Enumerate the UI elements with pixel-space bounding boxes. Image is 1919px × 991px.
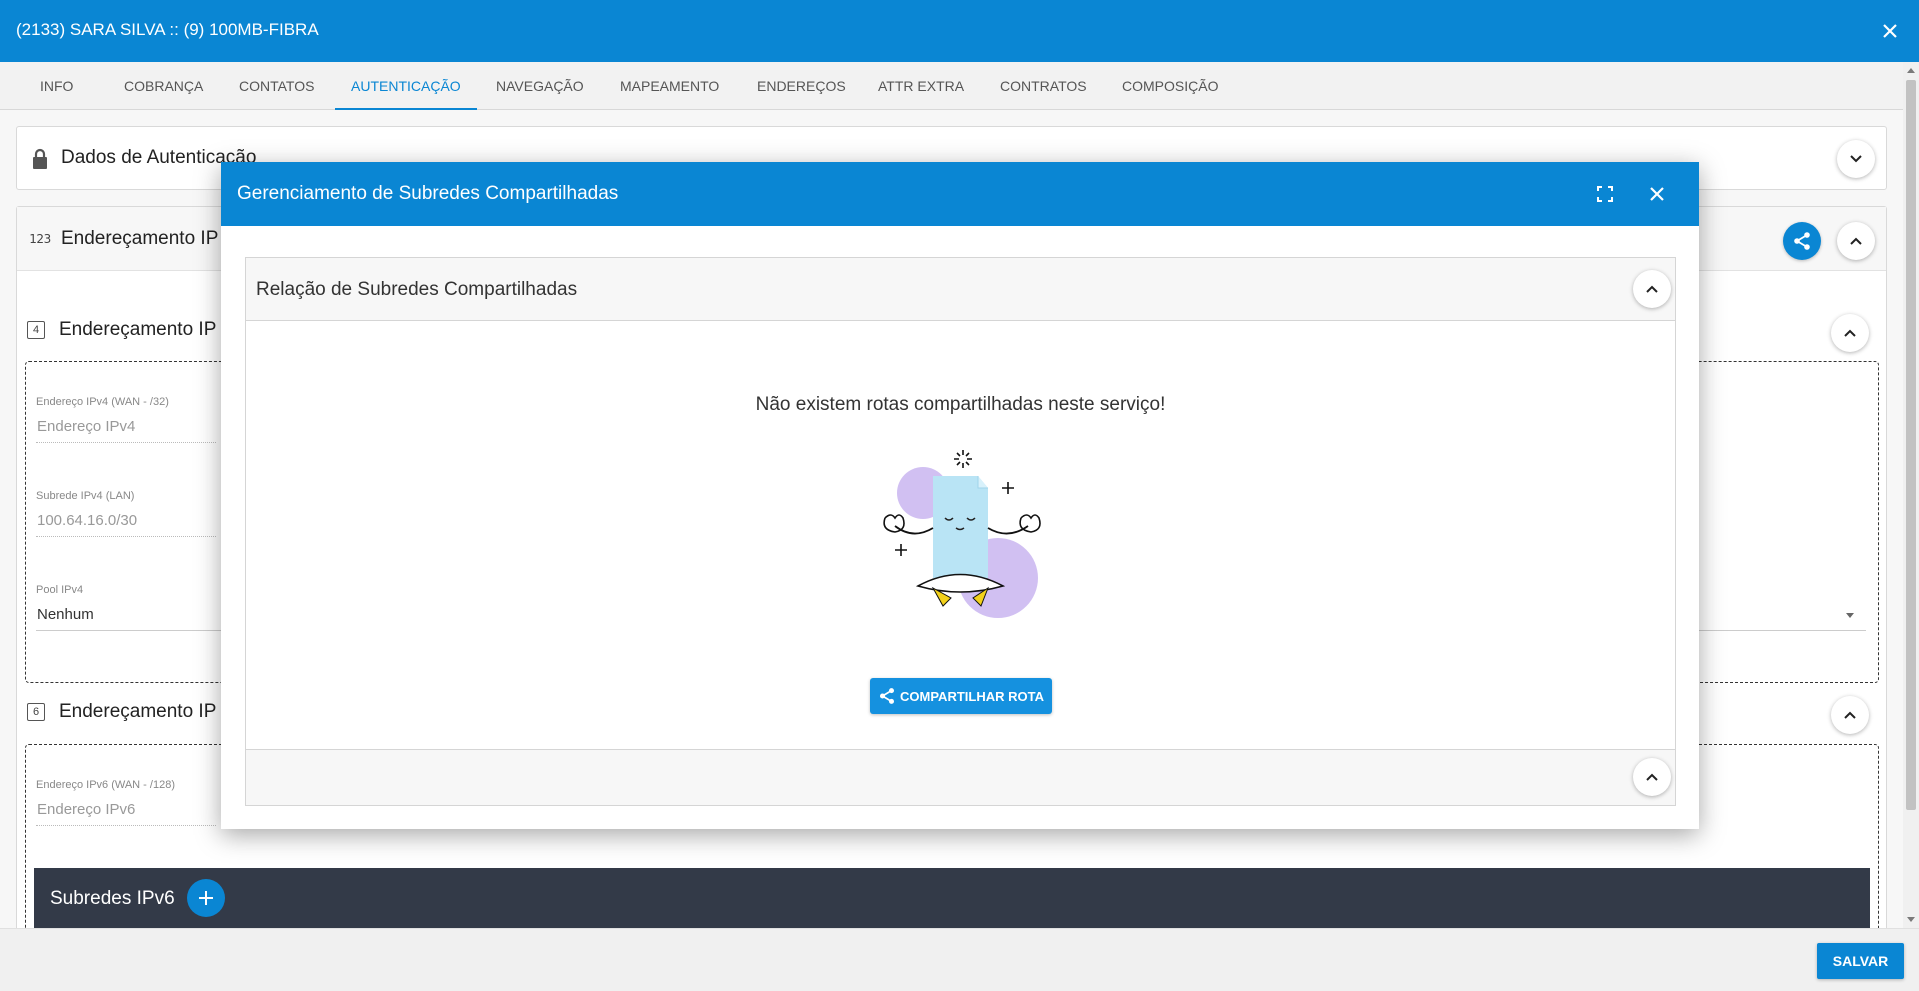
modal-header: Gerenciamento de Subredes Compartilhadas: [221, 162, 1699, 226]
ipv6-subnets-label: Subredes IPv6: [50, 888, 175, 909]
scrollbar-thumb[interactable]: [1906, 80, 1916, 810]
close-icon: [1883, 24, 1897, 38]
chevron-down-icon: [1850, 155, 1862, 163]
ipv4-section-toggle-button[interactable]: [1831, 314, 1869, 352]
panel-footer: [246, 749, 1675, 805]
ipv4-section-icon: 4: [27, 321, 45, 339]
fullscreen-icon: [1597, 186, 1613, 202]
dropdown-arrow-icon[interactable]: [1846, 613, 1854, 618]
tab-contatos[interactable]: CONTATOS: [223, 62, 330, 110]
ipv6-wan-label: Endereço IPv6 (WAN - /128): [36, 779, 175, 791]
chevron-up-icon: [1646, 773, 1658, 781]
pool-ipv4-select[interactable]: Nenhum: [37, 606, 94, 623]
close-modal-button[interactable]: [1642, 179, 1672, 209]
lock-icon: [29, 147, 51, 171]
ipv6-section-title: Endereçamento IP: [59, 701, 217, 722]
chevron-up-icon: [1646, 285, 1658, 293]
numbers-icon: 123: [29, 232, 51, 246]
window-title-bar: (2133) SARA SILVA :: (9) 100MB-FIBRA: [0, 0, 1919, 62]
tab-composicao[interactable]: COMPOSIÇÃO: [1106, 62, 1234, 110]
ip-card-toggle-button[interactable]: [1837, 222, 1875, 260]
scroll-up-arrow-icon[interactable]: [1907, 68, 1915, 73]
ipv6-wan-input[interactable]: Endereço IPv6: [37, 801, 135, 818]
tab-cobranca[interactable]: COBRANÇA: [108, 62, 219, 110]
ipv4-wan-input[interactable]: Endereço IPv4: [37, 418, 135, 435]
ipv4-section-title: Endereçamento IP: [59, 319, 217, 340]
share-route-button[interactable]: COMPARTILHAR ROTA: [870, 678, 1052, 714]
maximize-modal-button[interactable]: [1590, 179, 1620, 209]
shared-subnets-modal: Gerenciamento de Subredes Compartilhadas…: [221, 162, 1699, 829]
ipv6-section-icon: 6: [27, 703, 45, 721]
ipv4-lan-label: Subrede IPv4 (LAN): [36, 490, 135, 502]
share-icon: [1794, 232, 1810, 250]
tab-contratos[interactable]: CONTRATOS: [984, 62, 1103, 110]
ipv6-section-toggle-button[interactable]: [1831, 696, 1869, 734]
add-ipv6-subnet-button[interactable]: [187, 879, 225, 917]
close-window-button[interactable]: [1875, 16, 1905, 46]
ipv4-lan-underline: [36, 536, 216, 537]
shared-subnets-panel: Relação de Subredes Compartilhadas Não e…: [245, 257, 1676, 806]
ipv4-wan-label: Endereço IPv4 (WAN - /32): [36, 396, 169, 408]
tab-enderecos[interactable]: ENDEREÇOS: [741, 62, 862, 110]
panel-header: Relação de Subredes Compartilhadas: [246, 258, 1675, 321]
auth-card-toggle-button[interactable]: [1837, 140, 1875, 178]
ipv6-wan-underline: [36, 825, 216, 826]
panel-title: Relação de Subredes Compartilhadas: [256, 279, 578, 300]
ipv4-wan-underline: [36, 442, 216, 443]
ip-addressing-title: Endereçamento IP: [61, 228, 219, 249]
window-title: (2133) SARA SILVA :: (9) 100MB-FIBRA: [16, 20, 319, 39]
save-button[interactable]: SALVAR: [1817, 943, 1904, 979]
modal-title: Gerenciamento de Subredes Compartilhadas: [237, 183, 619, 204]
pool-ipv4-label: Pool IPv4: [36, 584, 84, 596]
panel-footer-toggle-button[interactable]: [1633, 758, 1671, 796]
vertical-scrollbar[interactable]: [1903, 62, 1919, 928]
ipv4-lan-input[interactable]: 100.64.16.0/30: [37, 512, 137, 529]
panel-toggle-button[interactable]: [1633, 270, 1671, 308]
chevron-up-icon: [1844, 329, 1856, 337]
empty-state-message: Não existem rotas compartilhadas neste s…: [755, 394, 1166, 415]
tab-mapeamento[interactable]: MAPEAMENTO: [604, 62, 735, 110]
share-subnets-button[interactable]: [1783, 222, 1821, 260]
tab-autenticacao[interactable]: AUTENTICAÇÃO: [335, 62, 477, 110]
share-icon: [879, 688, 895, 704]
plus-icon: [199, 891, 213, 905]
footer-bar: SALVAR: [0, 928, 1919, 991]
chevron-up-icon: [1850, 237, 1862, 245]
share-route-label: COMPARTILHAR ROTA: [900, 688, 1044, 704]
close-icon: [1650, 187, 1664, 201]
scroll-down-arrow-icon[interactable]: [1907, 917, 1915, 922]
meditating-document-illustration: [883, 450, 1041, 618]
tab-bar: INFO COBRANÇA CONTATOS AUTENTICAÇÃO NAVE…: [0, 62, 1903, 110]
tab-attr-extra[interactable]: ATTR EXTRA: [862, 62, 980, 110]
chevron-up-icon: [1844, 711, 1856, 719]
tab-navegacao[interactable]: NAVEGAÇÃO: [480, 62, 600, 110]
tab-info[interactable]: INFO: [24, 62, 89, 110]
ipv6-subnets-bar: Subredes IPv6: [34, 868, 1870, 928]
